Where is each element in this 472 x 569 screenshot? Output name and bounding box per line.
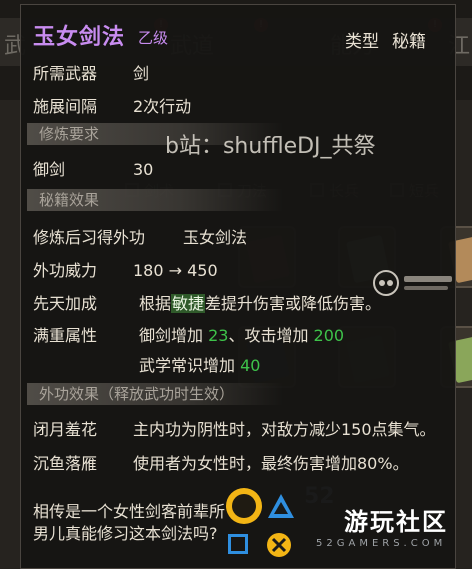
maxed-attr-number: 23 (208, 326, 229, 345)
learned-skill-row: 修炼后习得外功 玉女剑法 (33, 227, 247, 249)
effect-1-value: 主内功为阴性时，对敌方减少150点集气。 (133, 420, 436, 439)
effect-row-1: 闭月羞花 主内功为阴性时，对敌方减少150点集气。 (33, 419, 436, 441)
site-logo: 52 游玩社区 52GAMERS.COM (226, 480, 472, 569)
site-badge-icon (373, 270, 452, 296)
effect-1-label: 闭月羞花 (33, 420, 98, 439)
required-weapon-row: 所需武器 剑 (33, 63, 149, 85)
maxed-attribute-line1: 御剑增加 23、攻击增加 200 (139, 325, 344, 347)
innate-bonus-value: 根据敏捷差提升伤害或降低伤害。 (139, 293, 381, 315)
skill-power-value: 180 → 450 (133, 261, 218, 280)
logo-triangle-icon (268, 494, 294, 518)
streamer-watermark: b站：shuffleDJ_共祭 (165, 134, 376, 159)
maxed-attribute-line2: 武学常识增加 40 (139, 355, 260, 377)
innate-bonus-suffix: 差提升伤害或降低伤害。 (205, 294, 382, 313)
required-weapon-label: 所需武器 (33, 64, 98, 83)
logo-name: 游玩社区 (344, 508, 448, 536)
training-requirement-label: 御剑 (33, 160, 66, 179)
section-effects-header: 秘籍效果 (27, 189, 283, 211)
innate-bonus-attribute: 敏捷 (171, 294, 206, 313)
cast-interval-label: 施展间隔 (33, 97, 98, 116)
innate-bonus-row: 先天加成 根据敏捷差提升伤害或降低伤害。 (33, 293, 381, 315)
logo-domain: 52GAMERS.COM (316, 538, 447, 549)
logo-cross-icon (267, 533, 291, 557)
maxed-attr-number: 40 (240, 356, 261, 375)
effect-2-value: 使用者为女性时，最终伤害增加80%。 (133, 454, 409, 473)
training-requirement-value: 30 (133, 160, 154, 179)
required-weapon-value: 剑 (133, 64, 150, 83)
logo-circle-hole (232, 494, 256, 518)
site-badge (372, 268, 458, 298)
effect-row-2: 沉鱼落雁 使用者为女性时，最终伤害增加80%。 (33, 453, 409, 475)
learned-skill-label: 修炼后习得外功 (33, 228, 146, 247)
skill-power-label: 外功威力 (33, 261, 98, 280)
skill-power-row: 外功威力 180 → 450 (33, 260, 218, 282)
maxed-attribute-label: 满重属性 (33, 326, 98, 345)
maxed-attr-number: 200 (313, 326, 345, 345)
item-title: 玉女剑法 (33, 25, 126, 50)
section-external-header: 外功效果（释放武功时生效） (27, 383, 283, 405)
item-type-label: 类型 (345, 32, 379, 52)
cast-interval-row: 施展间隔 2次行动 (33, 96, 191, 118)
innate-bonus-label: 先天加成 (33, 294, 98, 313)
cast-interval-value: 2次行动 (133, 97, 192, 116)
item-type-value: 秘籍 (392, 32, 426, 52)
logo-number: 52 (304, 484, 335, 509)
innate-bonus-prefix: 根据 (139, 294, 172, 313)
item-grade: 乙级 (138, 29, 169, 47)
effect-2-label: 沉鱼落雁 (33, 454, 98, 473)
learned-skill-value: 玉女剑法 (183, 228, 248, 247)
maxed-attr-text: 武学常识增加 (139, 356, 241, 375)
maxed-attr-text: 御剑增加 (139, 326, 209, 345)
logo-square-icon (228, 534, 248, 554)
training-requirement-row: 御剑 30 (33, 159, 153, 181)
maxed-attribute-row: 满重属性 御剑增加 23、攻击增加 200 (33, 325, 344, 347)
maxed-attr-text: 、攻击增加 (228, 326, 314, 345)
